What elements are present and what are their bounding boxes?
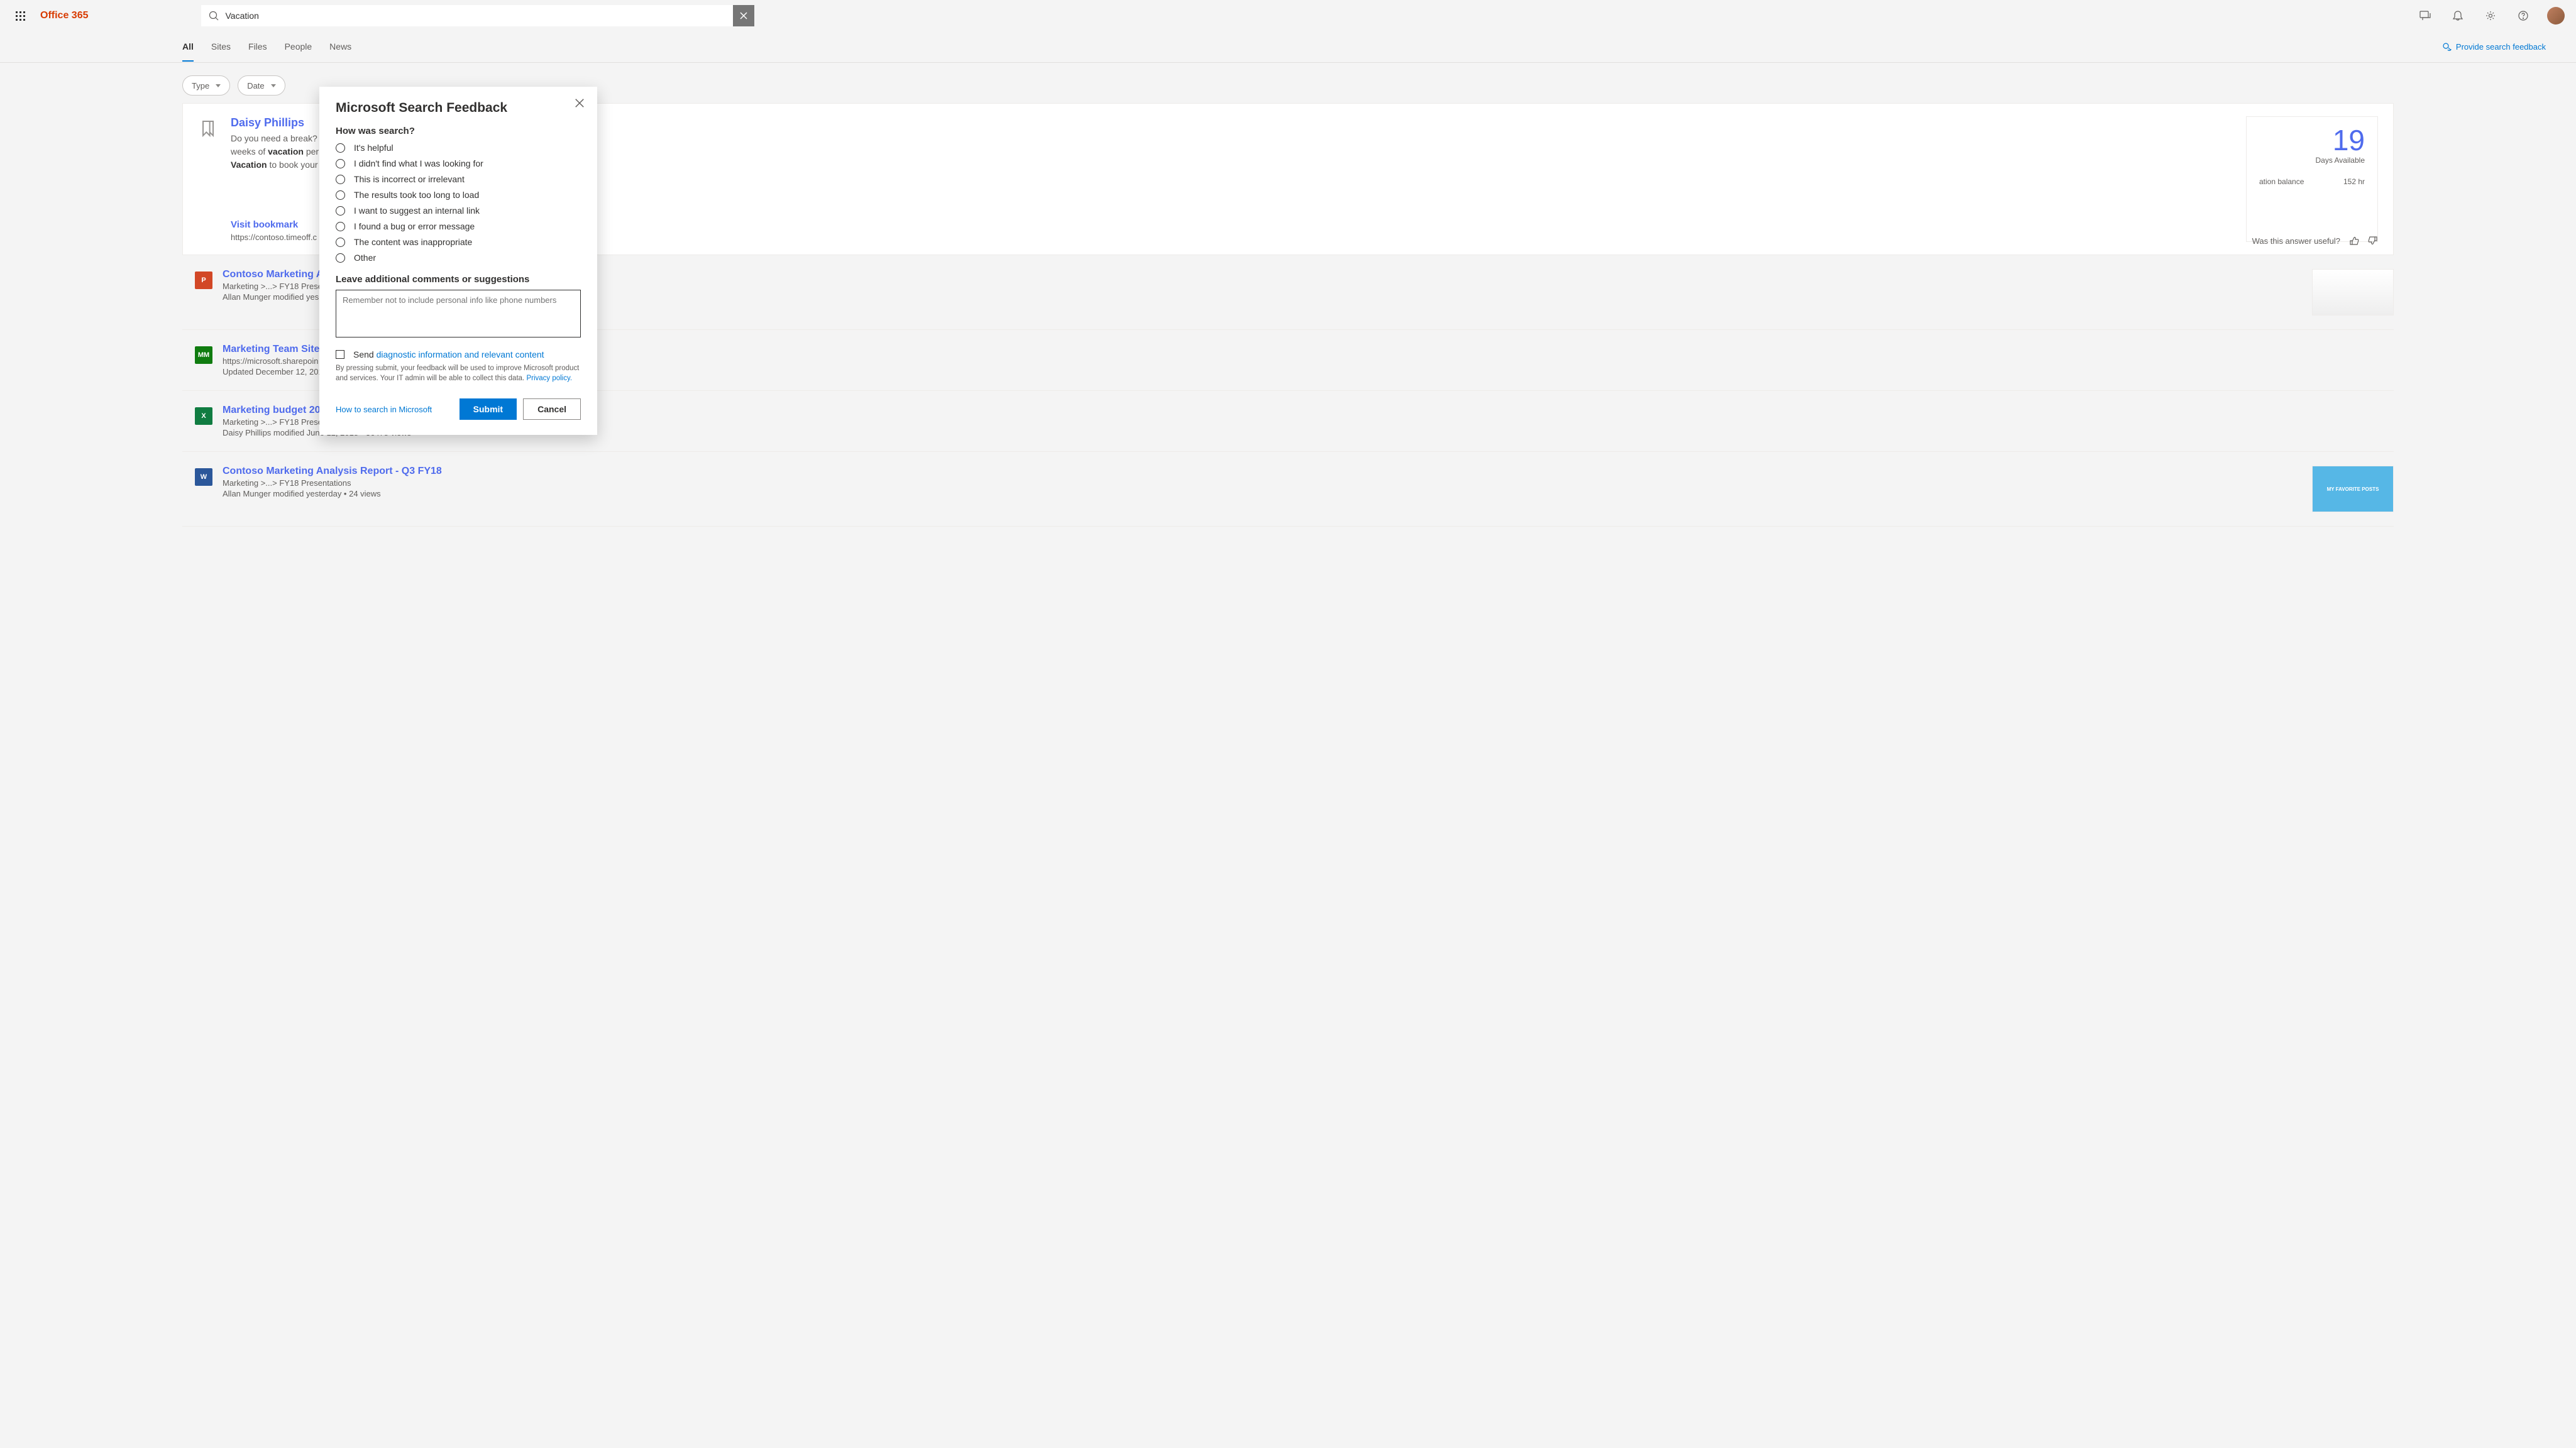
result-meta: Allan Munger modified yesterday • 24 vie… (223, 489, 2302, 498)
radio-icon (336, 253, 345, 263)
search-tabs: All Sites Files People News (182, 33, 351, 62)
filter-date[interactable]: Date (238, 75, 285, 96)
useful-prompt: Was this answer useful? (2252, 236, 2378, 246)
radio-icon (336, 143, 345, 153)
feedback-icon (2442, 42, 2452, 52)
app-launcher-icon[interactable] (5, 1, 35, 31)
bell-icon[interactable] (2443, 1, 2473, 31)
feedback-modal: Microsoft Search Feedback How was search… (319, 87, 597, 435)
header-actions (2410, 1, 2571, 31)
brand-name[interactable]: Office 365 (40, 10, 88, 21)
radio-icon (336, 206, 345, 216)
result-thumbnail (2312, 269, 2394, 315)
tabs-row: All Sites Files People News Provide sear… (0, 31, 2576, 63)
filter-type[interactable]: Type (182, 75, 230, 96)
radio-icon (336, 190, 345, 200)
tab-people[interactable]: People (285, 33, 312, 62)
comments-textarea[interactable] (336, 290, 581, 337)
thumbs-down-icon[interactable] (2368, 236, 2378, 246)
help-link[interactable]: How to search in Microsoft (336, 405, 432, 414)
radio-option-7[interactable]: Other (336, 253, 581, 263)
close-icon[interactable] (573, 97, 586, 109)
submit-button[interactable]: Submit (460, 398, 517, 420)
chat-icon[interactable] (2410, 1, 2440, 31)
radio-list: It's helpful I didn't find what I was loo… (336, 143, 581, 263)
modal-footer: How to search in Microsoft Submit Cancel (336, 398, 581, 420)
tab-sites[interactable]: Sites (211, 33, 231, 62)
diagnostic-checkbox-row[interactable]: Send diagnostic information and relevant… (336, 349, 581, 359)
chevron-down-icon (216, 84, 221, 87)
doc-type-icon: X (195, 407, 212, 425)
result-title[interactable]: Contoso Marketing Analysis Report - Q3 F… (223, 466, 2302, 477)
privacy-link[interactable]: Privacy policy. (526, 375, 572, 382)
modal-question: How was search? (336, 126, 581, 136)
search-input[interactable] (225, 11, 725, 21)
search-container (201, 5, 754, 26)
doc-type-icon: W (195, 468, 212, 486)
radio-option-6[interactable]: The content was inappropriate (336, 237, 581, 247)
close-icon (739, 11, 748, 20)
radio-option-1[interactable]: I didn't find what I was looking for (336, 158, 581, 168)
gear-icon[interactable] (2475, 1, 2506, 31)
radio-option-0[interactable]: It's helpful (336, 143, 581, 153)
tab-all[interactable]: All (182, 33, 194, 62)
result-thumbnail: MY FAVORITE POSTS (2312, 466, 2394, 512)
radio-icon (336, 159, 345, 168)
radio-icon (336, 222, 345, 231)
radio-option-3[interactable]: The results took too long to load (336, 190, 581, 200)
stat-days-value: 19 (2259, 126, 2365, 155)
vacation-stat-card: 19 Days Available ation balance152 hr (2246, 116, 2378, 242)
modal-comments-label: Leave additional comments or suggestions (336, 274, 581, 285)
tab-files[interactable]: Files (248, 33, 267, 62)
thumbs-up-icon[interactable] (2349, 236, 2359, 246)
avatar[interactable] (2547, 7, 2565, 25)
checkbox-icon[interactable] (336, 350, 344, 359)
radio-option-4[interactable]: I want to suggest an internal link (336, 206, 581, 216)
doc-type-icon: P (195, 272, 212, 289)
cancel-button[interactable]: Cancel (523, 398, 581, 420)
radio-option-5[interactable]: I found a bug or error message (336, 221, 581, 231)
disclaimer-text: By pressing submit, your feedback will b… (336, 363, 581, 383)
provide-feedback-link[interactable]: Provide search feedback (2442, 42, 2546, 52)
app-header: Office 365 (0, 0, 2576, 31)
radio-icon (336, 238, 345, 247)
stat-balance-row: ation balance152 hr (2259, 177, 2365, 186)
result-row: W Contoso Marketing Analysis Report - Q3 … (182, 452, 2394, 527)
radio-option-2[interactable]: This is incorrect or irrelevant (336, 174, 581, 184)
clear-search-button[interactable] (733, 5, 754, 26)
bookmark-icon (198, 119, 218, 139)
help-icon[interactable] (2508, 1, 2538, 31)
result-path: Marketing >...> FY18 Presentations (223, 478, 2302, 488)
chevron-down-icon (271, 84, 276, 87)
search-icon (209, 11, 219, 21)
search-box[interactable] (201, 5, 733, 26)
stat-days-label: Days Available (2259, 156, 2365, 165)
radio-icon (336, 175, 345, 184)
doc-type-icon: MM (195, 346, 212, 364)
diagnostic-link[interactable]: diagnostic information and relevant cont… (377, 349, 544, 359)
tab-news[interactable]: News (329, 33, 351, 62)
modal-title: Microsoft Search Feedback (336, 101, 581, 116)
